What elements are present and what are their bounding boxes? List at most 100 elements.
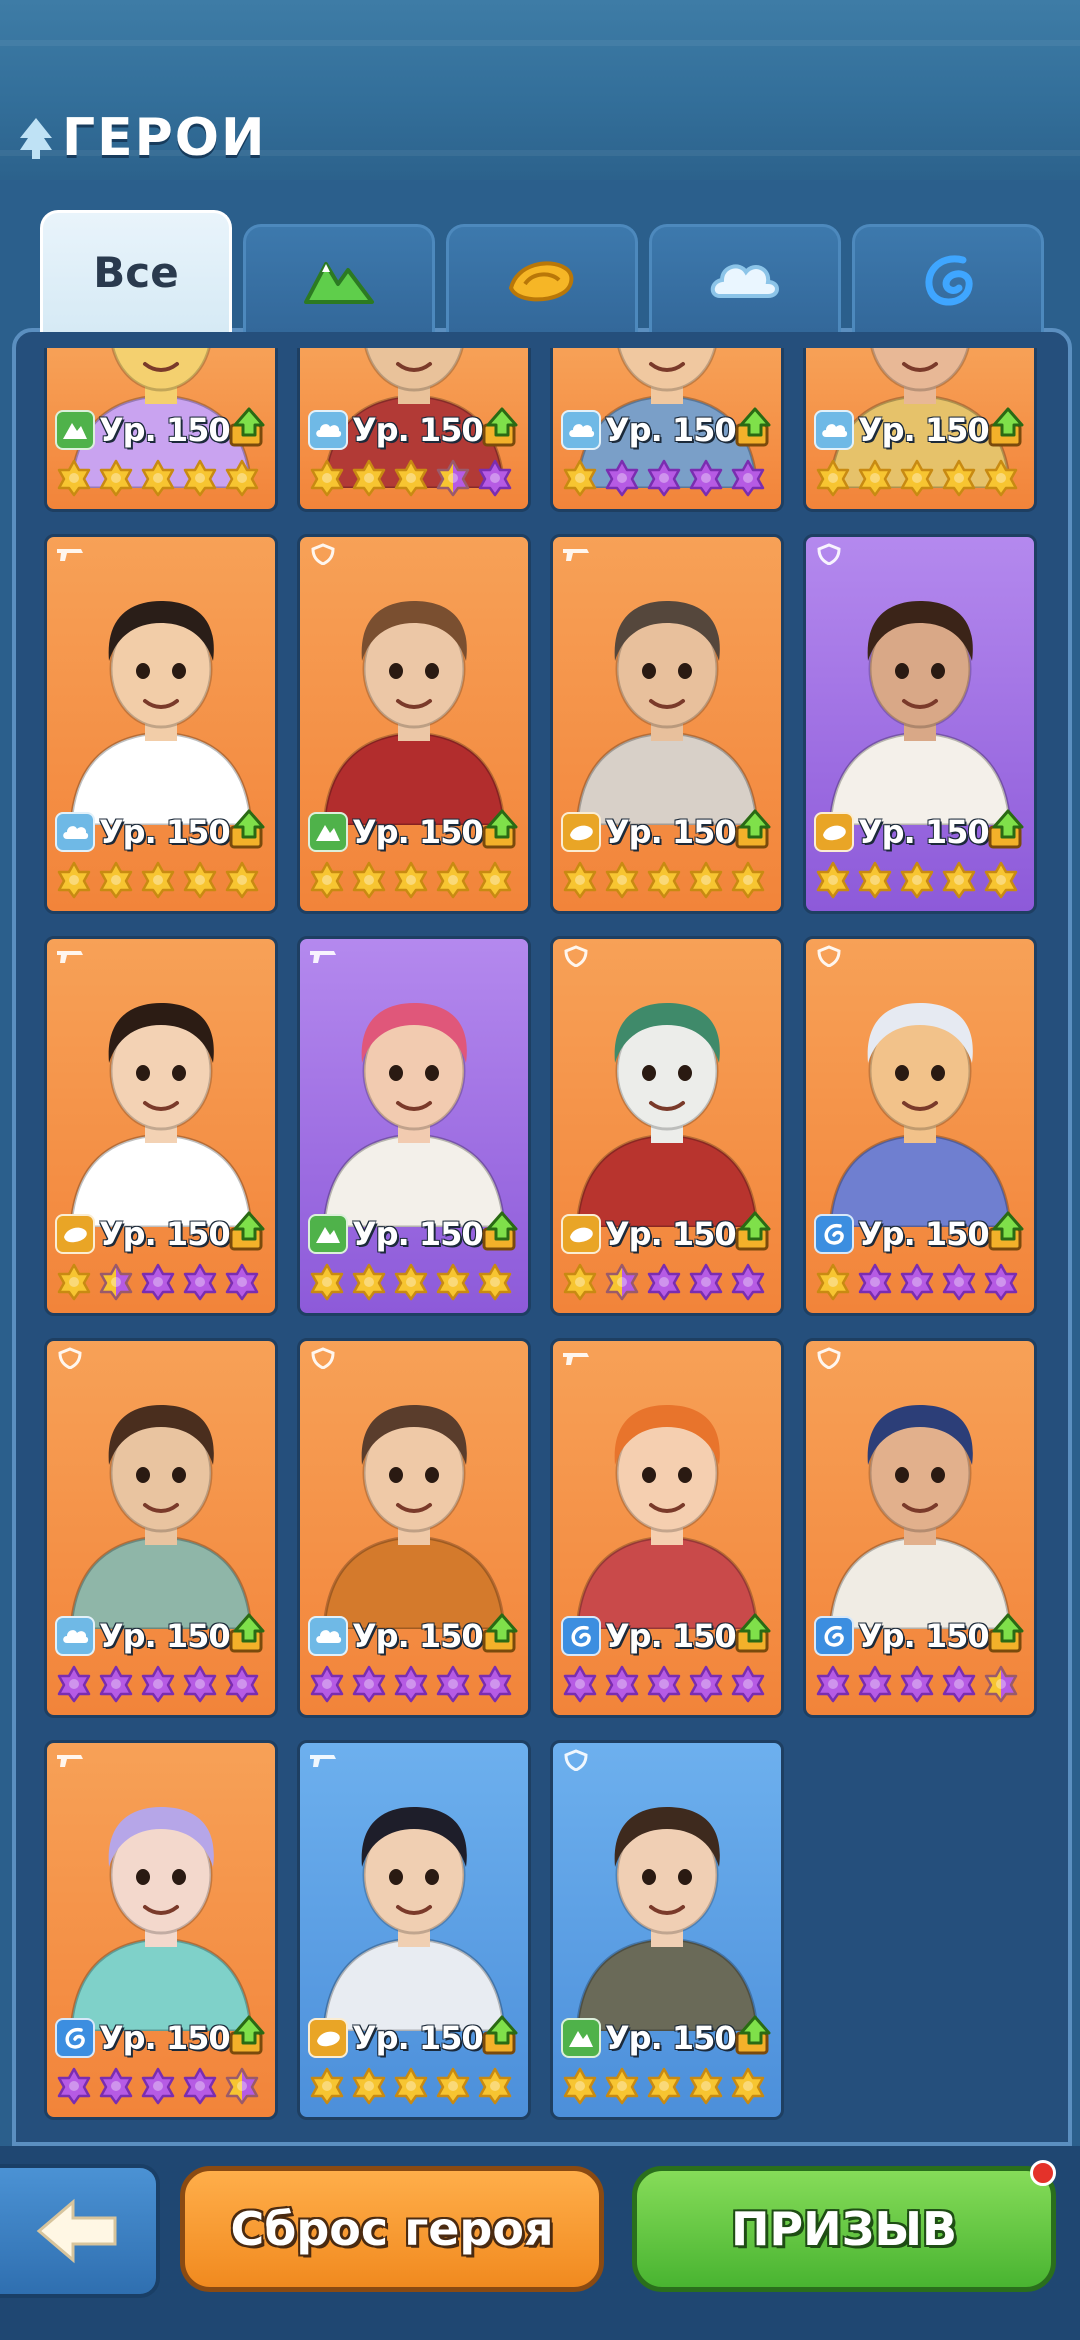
hero-level: Ур. 150: [99, 1617, 231, 1655]
shield-role-icon: [561, 945, 591, 968]
forest-element-icon: [308, 812, 348, 852]
shield-role-icon: [308, 543, 338, 566]
hero-card[interactable]: Ур. 150: [297, 534, 531, 914]
upgrade-arrow-icon: [229, 809, 265, 849]
hero-card[interactable]: Ур. 150: [803, 1338, 1037, 1718]
star-icon: [816, 861, 850, 899]
hero-level-row: Ур. 150: [308, 809, 484, 855]
hero-level-row: Ур. 150: [55, 2015, 231, 2061]
hero-level: Ур. 150: [352, 2019, 484, 2057]
tab-forest[interactable]: [243, 224, 435, 332]
hero-card[interactable]: Ур. 150: [44, 936, 278, 1316]
star-icon: [436, 459, 470, 497]
star-icon: [605, 1263, 639, 1301]
hero-level-row: Ур. 150: [561, 407, 737, 453]
star-icon: [99, 1665, 133, 1703]
star-icon: [900, 1665, 934, 1703]
upgrade-arrow-icon: [735, 407, 771, 447]
star-icon: [99, 2067, 133, 2105]
hero-card[interactable]: Ур. 150: [550, 1740, 784, 2120]
hero-level: Ур. 150: [605, 411, 737, 449]
hero-level: Ур. 150: [858, 411, 990, 449]
tree-icon: [20, 118, 52, 159]
star-icon: [858, 861, 892, 899]
hero-card[interactable]: Ур. 150: [297, 1338, 531, 1718]
star-icon: [858, 459, 892, 497]
hero-card[interactable]: Ур. 150: [550, 348, 784, 512]
desert-element-icon: [55, 1214, 95, 1254]
hero-level-row: Ур. 150: [308, 1211, 484, 1257]
reset-hero-button[interactable]: Сброс героя: [180, 2166, 604, 2292]
upgrade-arrow-icon: [988, 809, 1024, 849]
desert-icon: [508, 260, 574, 301]
hero-card[interactable]: Ур. 150: [803, 534, 1037, 914]
gun-role-icon: [55, 1749, 85, 1771]
star-icon: [436, 861, 470, 899]
hero-level-row: Ур. 150: [814, 1211, 990, 1257]
hero-card[interactable]: Ур. 150: [44, 348, 278, 512]
star-icon: [310, 2067, 344, 2105]
hero-level: Ур. 150: [605, 1215, 737, 1253]
star-icon: [900, 459, 934, 497]
star-icon: [647, 1263, 681, 1301]
header: ГЕРОИ: [16, 108, 267, 168]
star-icon: [183, 1263, 217, 1301]
star-icon: [563, 2067, 597, 2105]
upgrade-arrow-icon: [229, 407, 265, 447]
star-icon: [57, 1263, 91, 1301]
star-icon: [310, 459, 344, 497]
star-icon: [478, 459, 512, 497]
hero-card[interactable]: Ур. 150: [550, 1338, 784, 1718]
tab-all[interactable]: Все: [40, 210, 232, 332]
hero-card[interactable]: Ур. 150: [550, 936, 784, 1316]
star-icon: [689, 2067, 723, 2105]
back-button[interactable]: [0, 2164, 160, 2298]
star-icon: [563, 1665, 597, 1703]
hero-card[interactable]: Ур. 150: [44, 1338, 278, 1718]
cloud-element-icon: [55, 812, 95, 852]
star-icon: [689, 861, 723, 899]
back-arrow-icon: [36, 2198, 117, 2264]
star-icon: [942, 1665, 976, 1703]
cloud-element-icon: [55, 1616, 95, 1656]
page-title: ГЕРОИ: [62, 108, 267, 168]
hero-card[interactable]: Ур. 150: [297, 936, 531, 1316]
star-icon: [225, 459, 259, 497]
hero-card[interactable]: Ур. 150: [297, 1740, 531, 2120]
hero-level-row: Ур. 150: [561, 1613, 737, 1659]
summon-button[interactable]: ПРИЗЫВ: [632, 2166, 1056, 2292]
tab-all-label: Все: [93, 248, 179, 297]
hero-card[interactable]: Ур. 150: [44, 534, 278, 914]
star-rating: [55, 1263, 261, 1303]
star-icon: [478, 1665, 512, 1703]
hero-card[interactable]: Ур. 150: [803, 348, 1037, 512]
star-rating: [814, 861, 1020, 901]
hero-card[interactable]: Ур. 150: [550, 534, 784, 914]
hero-card[interactable]: Ур. 150: [803, 936, 1037, 1316]
hero-level-row: Ур. 150: [814, 809, 990, 855]
hero-card[interactable]: Ур. 150: [297, 348, 531, 512]
gun-role-icon: [561, 543, 591, 565]
upgrade-arrow-icon: [735, 1613, 771, 1653]
tab-desert[interactable]: [446, 224, 638, 332]
notification-badge: [1030, 2160, 1056, 2186]
upgrade-arrow-icon: [229, 1613, 265, 1653]
star-icon: [942, 1263, 976, 1301]
star-icon: [99, 861, 133, 899]
hero-level-row: Ур. 150: [561, 809, 737, 855]
star-icon: [647, 459, 681, 497]
tab-cloud[interactable]: [649, 224, 841, 332]
star-icon: [225, 861, 259, 899]
hero-level: Ур. 150: [352, 1617, 484, 1655]
hero-card[interactable]: Ур. 150: [44, 1740, 278, 2120]
cloud-icon: [710, 263, 779, 298]
tab-water[interactable]: [852, 224, 1044, 332]
shield-role-icon: [55, 1347, 85, 1370]
hero-level: Ур. 150: [99, 2019, 231, 2057]
star-icon: [563, 1263, 597, 1301]
star-rating: [814, 1665, 1020, 1705]
star-icon: [183, 1665, 217, 1703]
water-element-icon: [561, 1616, 601, 1656]
star-icon: [689, 1263, 723, 1301]
cloud-element-icon: [814, 410, 854, 450]
